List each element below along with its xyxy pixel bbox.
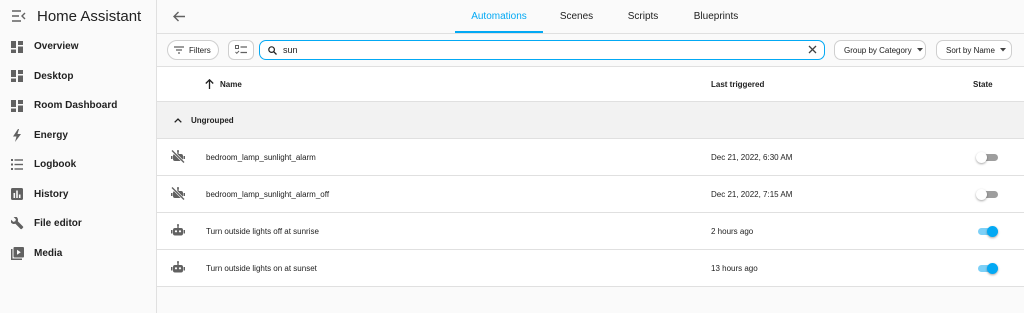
column-header-name-label: Name xyxy=(220,79,242,89)
filter-icon xyxy=(174,46,184,54)
automation-name: Turn outside lights off at sunrise xyxy=(206,226,319,236)
column-header-name[interactable]: Name xyxy=(205,79,242,89)
tab-automations[interactable]: Automations xyxy=(455,0,543,33)
sidebar: Home Assistant Overview Desktop Room Das… xyxy=(0,0,157,313)
sidebar-item-file-editor[interactable]: File editor xyxy=(0,209,156,239)
chevron-up-icon xyxy=(174,117,182,123)
tab-scenes[interactable]: Scenes xyxy=(543,0,610,33)
list-icon xyxy=(10,158,24,172)
dashboard-icon xyxy=(10,69,24,83)
app-title: Home Assistant xyxy=(37,7,142,25)
sidebar-item-label: Desktop xyxy=(34,70,74,82)
main-content: Automations Scenes Scripts Blueprints Fi… xyxy=(157,0,1024,313)
filters-label: Filters xyxy=(189,45,211,55)
automation-toggle[interactable] xyxy=(976,263,998,274)
overview-icon xyxy=(10,40,24,54)
last-triggered: Dec 21, 2022, 6:30 AM xyxy=(711,152,793,162)
sidebar-item-label: Energy xyxy=(34,129,68,141)
sidebar-item-room-dashboard[interactable]: Room Dashboard xyxy=(0,91,156,121)
automation-toggle[interactable] xyxy=(976,189,998,200)
robot-off-icon xyxy=(171,150,185,163)
back-arrow-icon[interactable] xyxy=(171,8,187,24)
sidebar-item-label: Logbook xyxy=(34,159,77,171)
last-triggered: 13 hours ago xyxy=(711,263,758,273)
automation-name: bedroom_lamp_sunlight_alarm xyxy=(206,152,316,162)
robot-off-icon xyxy=(171,187,185,200)
last-triggered: 2 hours ago xyxy=(711,226,754,236)
checklist-icon xyxy=(235,45,247,55)
table-header: Name Last triggered State xyxy=(157,67,1024,102)
sidebar-item-label: Media xyxy=(34,247,63,259)
app-root: Home Assistant Overview Desktop Room Das… xyxy=(0,0,1024,313)
tab-blueprints[interactable]: Blueprints xyxy=(676,0,756,33)
sidebar-item-label: Room Dashboard xyxy=(34,100,118,112)
group-by-label: Group by Category xyxy=(844,45,912,55)
table-row[interactable]: Turn outside lights on at sunset 13 hour… xyxy=(157,250,1024,287)
sidebar-item-label: Overview xyxy=(34,41,79,53)
group-label: Ungrouped xyxy=(191,115,234,125)
group-header-ungrouped[interactable]: Ungrouped xyxy=(157,102,1024,139)
lightning-icon xyxy=(10,128,24,142)
column-header-last-triggered[interactable]: Last triggered xyxy=(711,80,764,89)
automation-name: Turn outside lights on at sunset xyxy=(206,263,317,273)
sidebar-header: Home Assistant xyxy=(0,0,156,32)
clear-search-icon[interactable] xyxy=(808,45,817,54)
tab-scripts[interactable]: Scripts xyxy=(610,0,676,33)
sidebar-item-history[interactable]: History xyxy=(0,180,156,210)
toolbar: Filters Group by Category xyxy=(157,33,1024,67)
selection-mode-button[interactable] xyxy=(228,40,254,60)
sidebar-item-energy[interactable]: Energy xyxy=(0,121,156,151)
automation-name: bedroom_lamp_sunlight_alarm_off xyxy=(206,189,330,199)
top-bar: Automations Scenes Scripts Blueprints xyxy=(157,0,1024,33)
sidebar-item-label: File editor xyxy=(34,218,82,230)
sort-by-button[interactable]: Sort by Name xyxy=(936,40,1012,60)
sidebar-item-overview[interactable]: Overview xyxy=(0,32,156,62)
table-row[interactable]: bedroom_lamp_sunlight_alarm_off Dec 21, … xyxy=(157,176,1024,213)
play-box-icon xyxy=(10,246,24,260)
dashboard-icon xyxy=(10,99,24,113)
robot-icon xyxy=(171,224,185,236)
caret-down-icon xyxy=(999,48,1006,52)
sidebar-item-desktop[interactable]: Desktop xyxy=(0,62,156,92)
sidebar-item-media[interactable]: Media xyxy=(0,239,156,269)
automation-toggle[interactable] xyxy=(976,152,998,163)
arrow-up-icon xyxy=(205,79,214,89)
search-input[interactable] xyxy=(283,45,803,55)
search-box xyxy=(259,40,825,60)
sidebar-item-logbook[interactable]: Logbook xyxy=(0,150,156,180)
table-row[interactable]: bedroom_lamp_sunlight_alarm Dec 21, 2022… xyxy=(157,139,1024,176)
column-header-state[interactable]: State xyxy=(973,80,993,89)
search-icon xyxy=(268,45,277,55)
wrench-icon xyxy=(10,217,24,231)
menu-collapse-icon[interactable] xyxy=(11,8,27,24)
last-triggered: Dec 21, 2022, 7:15 AM xyxy=(711,189,793,199)
group-by-button[interactable]: Group by Category xyxy=(834,40,926,60)
table-row[interactable]: Turn outside lights off at sunrise 2 hou… xyxy=(157,213,1024,250)
sort-by-label: Sort by Name xyxy=(946,45,995,55)
sidebar-item-label: History xyxy=(34,188,69,200)
caret-down-icon xyxy=(916,48,923,52)
automation-toggle[interactable] xyxy=(976,226,998,237)
robot-icon xyxy=(171,261,185,273)
chart-bar-icon xyxy=(10,187,24,201)
filters-button[interactable]: Filters xyxy=(167,40,219,60)
tab-bar: Automations Scenes Scripts Blueprints xyxy=(455,0,756,33)
